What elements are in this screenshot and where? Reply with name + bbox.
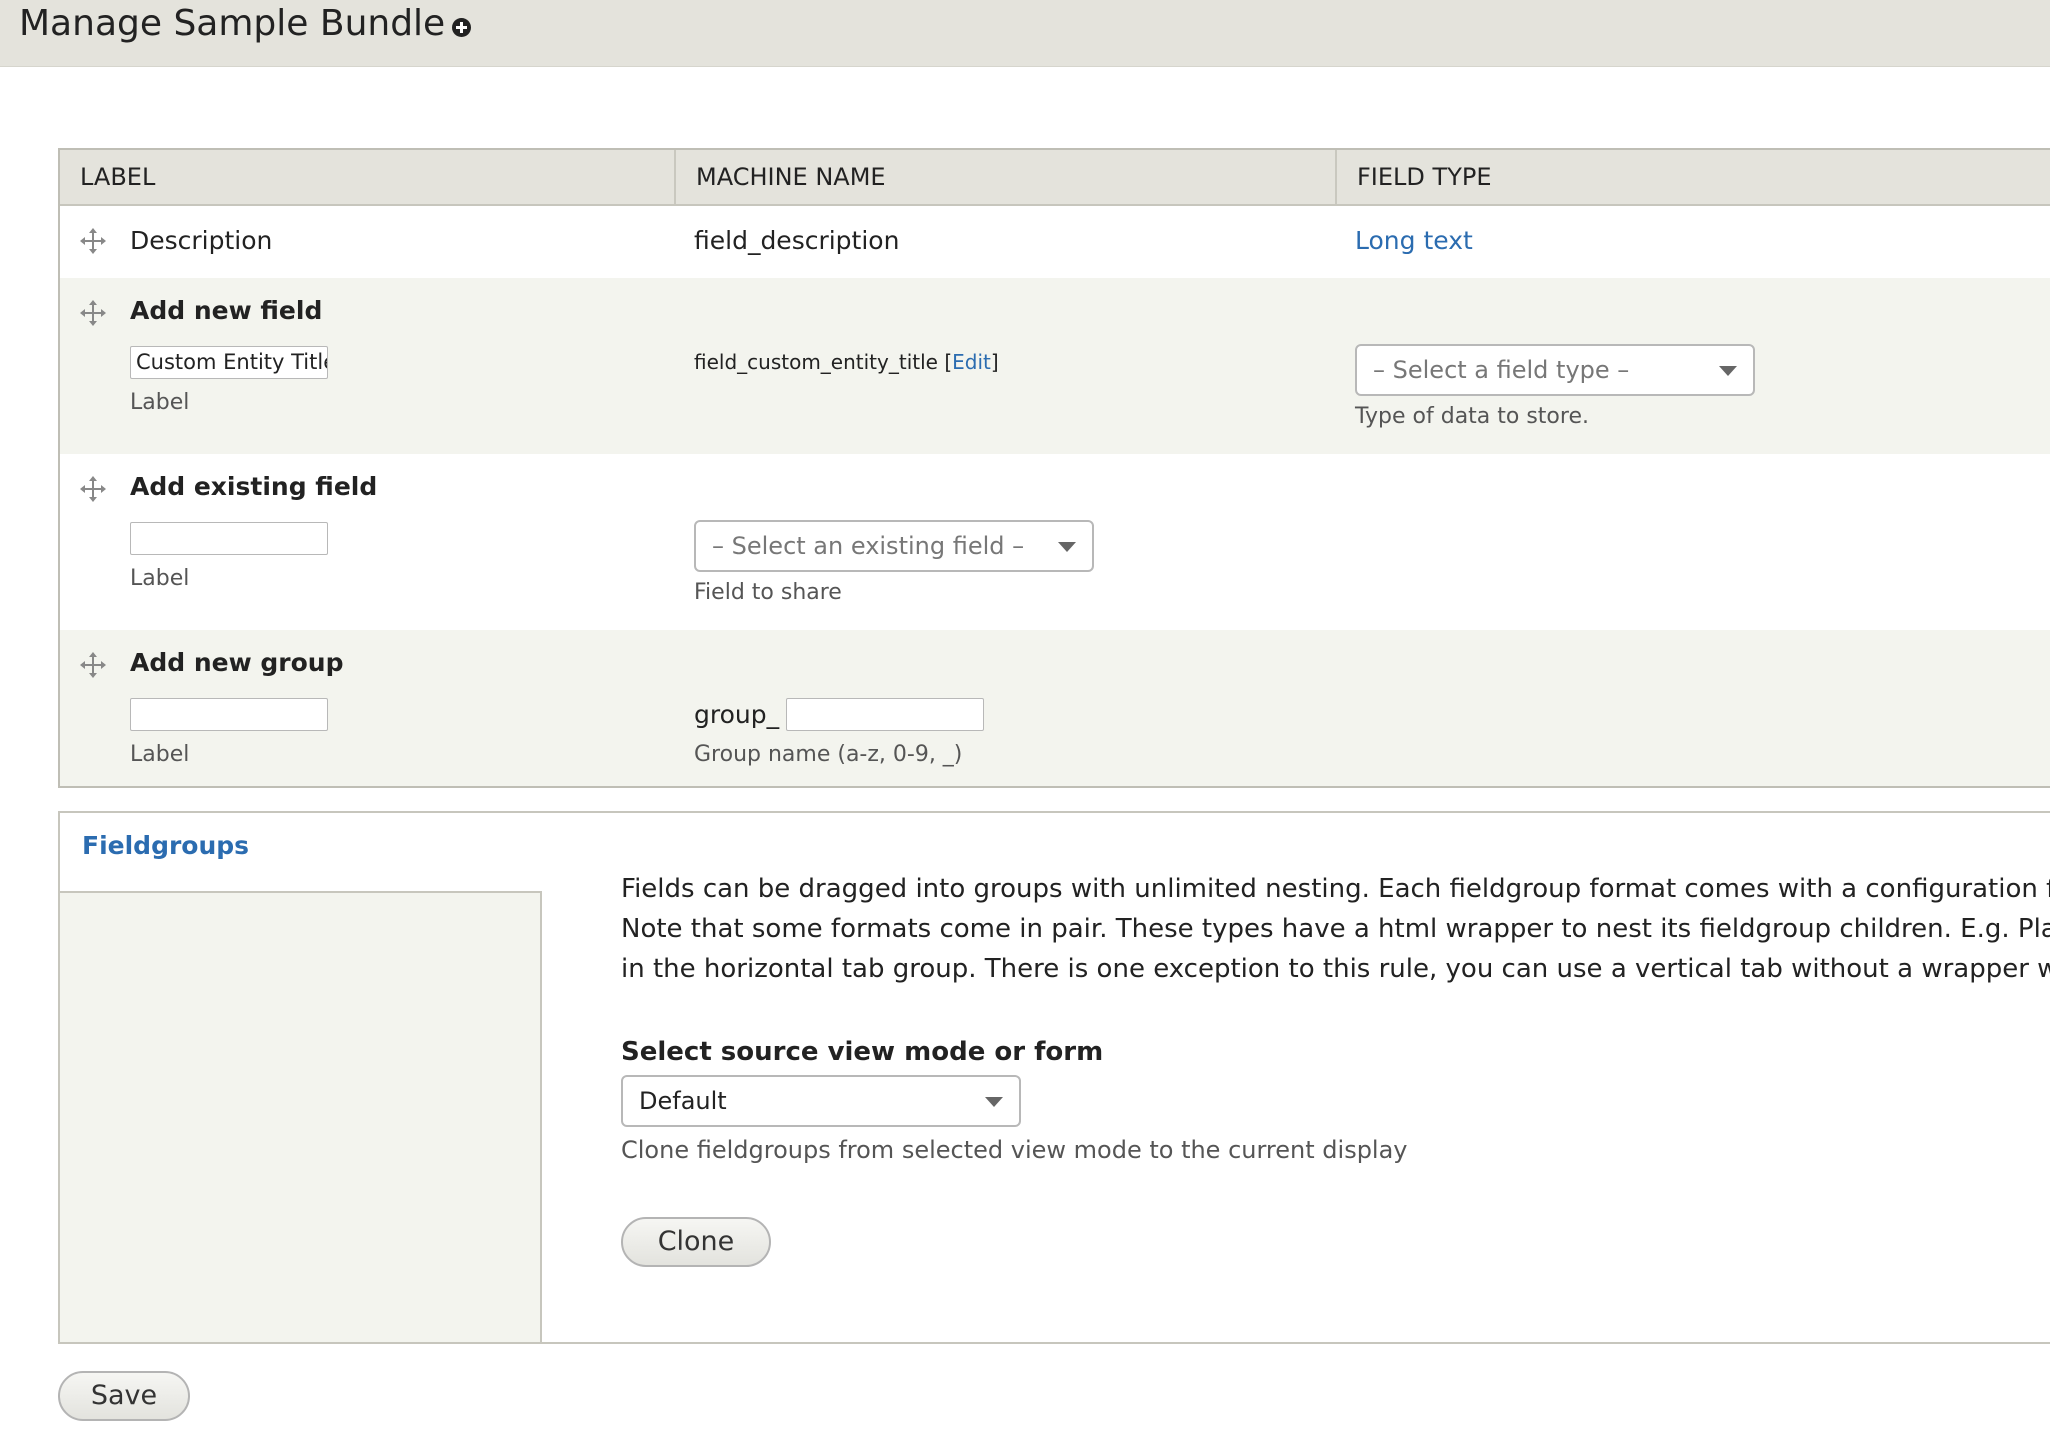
clone-button[interactable]: Clone bbox=[621, 1217, 771, 1267]
field-machine-name-description: field_description bbox=[694, 226, 900, 255]
column-header-machine-name: MACHINE NAME bbox=[676, 150, 1337, 204]
drag-handle-icon[interactable] bbox=[80, 228, 106, 254]
column-header-field-type: FIELD TYPE bbox=[1357, 163, 1492, 191]
column-header-label: LABEL bbox=[60, 150, 676, 204]
existing-field-label-input[interactable] bbox=[130, 522, 328, 555]
existing-field-select[interactable]: – Select an existing field – bbox=[694, 520, 1094, 572]
fieldgroups-panel: Fieldgroups Fields can be dragged into g… bbox=[58, 811, 2050, 1344]
source-view-mode-label: Select source view mode or form bbox=[621, 1037, 1104, 1067]
table-row-add-existing-field: Add existing field Label – Select an exi… bbox=[60, 454, 2050, 630]
chevron-down-icon bbox=[1719, 366, 1737, 376]
table-row-add-new-field: Add new field Custom Entity Title Label … bbox=[60, 278, 2050, 454]
add-existing-field-title: Add existing field bbox=[130, 472, 378, 501]
add-new-group-title: Add new group bbox=[130, 648, 344, 677]
add-new-field-title: Add new field bbox=[130, 296, 323, 325]
manage-fields-table: LABEL MACHINE NAME FIELD TYPE Descriptio… bbox=[58, 148, 2050, 788]
new-group-label-input[interactable] bbox=[130, 698, 328, 731]
vertical-tabs-list bbox=[60, 891, 542, 1342]
page-header: Manage Sample Bundle bbox=[0, 0, 2050, 67]
source-view-mode-help: Clone fieldgroups from selected view mod… bbox=[621, 1136, 1408, 1164]
new-group-label-caption: Label bbox=[130, 742, 190, 767]
new-field-label-input[interactable]: Custom Entity Title bbox=[130, 346, 328, 379]
field-type-help: Type of data to store. bbox=[1355, 404, 1589, 429]
edit-machine-name-link[interactable]: Edit bbox=[952, 350, 991, 374]
new-field-label-caption: Label bbox=[130, 390, 190, 415]
drag-handle-icon[interactable] bbox=[80, 300, 106, 326]
group-name-help: Group name (a-z, 0-9, _) bbox=[694, 742, 963, 767]
field-type-link[interactable]: Long text bbox=[1355, 226, 1473, 255]
table-header: LABEL MACHINE NAME FIELD TYPE bbox=[60, 150, 2050, 206]
drag-handle-icon[interactable] bbox=[80, 476, 106, 502]
existing-field-help: Field to share bbox=[694, 580, 842, 605]
table-row-add-new-group: Add new group Label group_ Group name (a… bbox=[60, 630, 2050, 786]
new-field-machine-name-value: field_custom_entity_title bbox=[694, 350, 938, 374]
field-label-description: Description bbox=[130, 226, 273, 255]
drag-handle-icon[interactable] bbox=[80, 652, 106, 678]
table-row-description: Description field_description Long text bbox=[60, 206, 2050, 278]
page-title: Manage Sample Bundle bbox=[19, 3, 446, 44]
field-type-select[interactable]: – Select a field type – bbox=[1355, 344, 1755, 396]
group-name-prefix: group_ bbox=[694, 700, 780, 729]
add-shortcut-icon[interactable] bbox=[451, 17, 472, 38]
chevron-down-icon bbox=[985, 1097, 1003, 1107]
source-view-mode-select[interactable]: Default bbox=[621, 1075, 1021, 1127]
field-type-select-value: – Select a field type – bbox=[1373, 356, 1630, 384]
group-name-input[interactable] bbox=[786, 698, 984, 731]
edit-bracket-close: ] bbox=[990, 350, 999, 374]
fieldgroups-tab[interactable]: Fieldgroups bbox=[82, 831, 249, 860]
source-view-mode-value: Default bbox=[639, 1087, 727, 1115]
new-field-machine-name: field_custom_entity_title [Edit] bbox=[694, 350, 999, 374]
existing-field-label-caption: Label bbox=[130, 566, 190, 591]
chevron-down-icon bbox=[1058, 542, 1076, 552]
edit-bracket-open: [ bbox=[944, 350, 953, 374]
save-button[interactable]: Save bbox=[58, 1371, 190, 1421]
fieldgroups-description: Fields can be dragged into groups with u… bbox=[621, 874, 2050, 984]
existing-field-select-value: – Select an existing field – bbox=[712, 532, 1025, 560]
